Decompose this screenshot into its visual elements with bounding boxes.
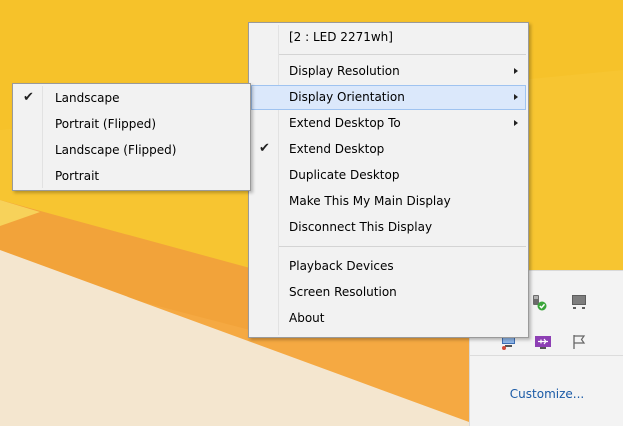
menu-item-label: Screen Resolution [289, 285, 397, 299]
submenu-item-label: Landscape [55, 91, 120, 105]
customize-link[interactable]: Customize... [470, 387, 623, 401]
menu-item-duplicate-desktop[interactable]: Duplicate Desktop [251, 163, 526, 188]
menu-item-extend-desktop[interactable]: ✔ Extend Desktop [251, 137, 526, 162]
submenu-item-portrait-flipped[interactable]: Portrait (Flipped) [15, 112, 248, 137]
menu-header-label: [2 : LED 2271wh] [289, 30, 393, 44]
checkmark-icon: ✔ [23, 90, 34, 105]
menu-item-about[interactable]: About [251, 306, 526, 331]
action-center-flag-icon[interactable] [570, 333, 588, 351]
menu-item-display-resolution[interactable]: Display Resolution [251, 59, 526, 84]
menu-item-playback-devices[interactable]: Playback Devices [251, 254, 526, 279]
menu-item-make-main-display[interactable]: Make This My Main Display [251, 189, 526, 214]
menu-item-label: Extend Desktop To [289, 116, 401, 130]
menu-item-label: About [289, 311, 325, 325]
submenu-arrow-icon [514, 120, 518, 126]
menu-item-disconnect-display[interactable]: Disconnect This Display [251, 215, 526, 240]
menu-separator [279, 246, 526, 247]
tray-separator [470, 355, 623, 356]
usb-purple-icon[interactable] [534, 333, 552, 351]
submenu-item-portrait[interactable]: Portrait [15, 164, 248, 189]
menu-item-label: Playback Devices [289, 259, 394, 273]
checkmark-icon: ✔ [259, 141, 270, 156]
menu-item-label: Display Orientation [289, 90, 405, 104]
menu-item-screen-resolution[interactable]: Screen Resolution [251, 280, 526, 305]
submenu-item-label: Portrait (Flipped) [55, 117, 157, 131]
monitor-icon[interactable] [570, 293, 588, 311]
submenu-item-landscape-flipped[interactable]: Landscape (Flipped) [15, 138, 248, 163]
menu-item-label: Disconnect This Display [289, 220, 433, 234]
menu-item-label: Display Resolution [289, 64, 400, 78]
menu-header-display: [2 : LED 2271wh] [251, 25, 526, 50]
submenu-arrow-icon [514, 68, 518, 74]
menu-separator [279, 54, 526, 55]
submenu-item-label: Portrait [55, 169, 100, 183]
submenu-arrow-icon [514, 94, 518, 100]
orientation-submenu: ✔ Landscape Portrait (Flipped) Landscape… [12, 83, 251, 191]
menu-item-display-orientation[interactable]: Display Orientation [251, 85, 526, 110]
menu-item-label: Make This My Main Display [289, 194, 451, 208]
display-context-menu: [2 : LED 2271wh] Display Resolution Disp… [248, 22, 529, 338]
menu-item-label: Duplicate Desktop [289, 168, 400, 182]
menu-item-extend-desktop-to[interactable]: Extend Desktop To [251, 111, 526, 136]
submenu-item-label: Landscape (Flipped) [55, 143, 177, 157]
usb-device-check-icon[interactable] [530, 293, 548, 311]
submenu-item-landscape[interactable]: ✔ Landscape [15, 86, 248, 111]
menu-item-label: Extend Desktop [289, 142, 385, 156]
